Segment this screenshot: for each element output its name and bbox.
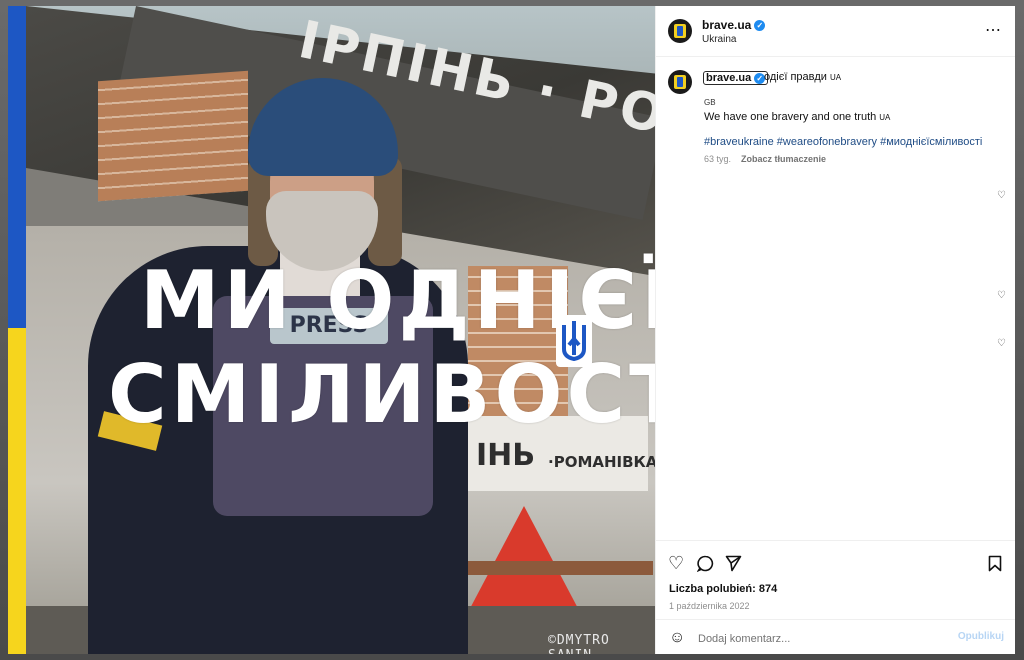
caption-username-text[interactable]: brave.ua [706, 72, 751, 84]
trident-inner [677, 77, 683, 87]
post-actions: ♡ Liczba polubień: 874 1 października 20… [656, 540, 1015, 654]
like-comment-heart-icon[interactable]: ♡ [997, 190, 1006, 201]
comment-input[interactable] [696, 629, 950, 649]
trident-inner [677, 26, 683, 36]
comment-composer: ☺ Opublikuj [656, 619, 1015, 654]
username-link[interactable]: brave.ua ✓ [702, 18, 766, 32]
share-icon[interactable] [725, 555, 742, 572]
avatar[interactable] [668, 19, 692, 43]
post-modal: ІРПІНЬ · РОМАН ІНЬ ·РОМАНІВКА PRESS МИ О… [8, 6, 1015, 654]
see-translation-link[interactable]: Zobacz tłumaczenie [741, 154, 826, 164]
post-age[interactable]: 63 tyg. [704, 154, 731, 164]
photo-credit: ©DMYTRO SANIN [548, 633, 610, 654]
bookmark-icon[interactable] [988, 555, 1002, 572]
hashtags[interactable]: #braveukraine #weareofonebravery #миодні… [704, 136, 982, 148]
emoji-icon[interactable]: ☺ [669, 629, 685, 647]
trident-icon [556, 315, 592, 367]
caption-translation: We have one bravery and one truth UA [704, 111, 890, 123]
publish-button[interactable]: Opublikuj [958, 631, 1004, 642]
source-lang-tag: GB [704, 98, 716, 107]
lang-tag: UA [829, 73, 842, 82]
caption-username[interactable]: brave.ua ✓ [703, 71, 769, 85]
post-date: 1 października 2022 [669, 601, 750, 611]
post-header: brave.ua ✓ Ukraina ⋯ [656, 6, 1015, 57]
heart-icon[interactable]: ♡ [668, 553, 684, 574]
likes-count[interactable]: Liczba polubień: 874 [669, 583, 777, 595]
verified-icon: ✓ [754, 20, 766, 32]
caption-area: brave.ua ✓ одієї правди UA GB We have one … [656, 56, 1015, 540]
translation-text: We have one bravery and one truth [704, 111, 877, 123]
username[interactable]: brave.ua [702, 18, 751, 32]
caption-original: одієї правди [764, 71, 827, 83]
translation-lang-tag: UA [879, 113, 891, 122]
post-side-panel: brave.ua ✓ Ukraina ⋯ brave.ua ✓ одієї прав… [655, 6, 1015, 654]
location-link[interactable]: Ukraina [702, 34, 736, 45]
caption-meta: 63 tyg. Zobacz tłumaczenie [704, 154, 826, 164]
like-comment-heart-icon[interactable]: ♡ [997, 338, 1006, 349]
post-image[interactable]: ІРПІНЬ · РОМАН ІНЬ ·РОМАНІВКА PRESS МИ О… [8, 6, 655, 654]
caption-avatar[interactable] [668, 70, 692, 94]
comment-icon[interactable] [697, 555, 714, 572]
more-options-icon[interactable]: ⋯ [985, 20, 1002, 40]
like-comment-heart-icon[interactable]: ♡ [997, 290, 1006, 301]
caption-text: одієї правди UA [764, 71, 841, 83]
